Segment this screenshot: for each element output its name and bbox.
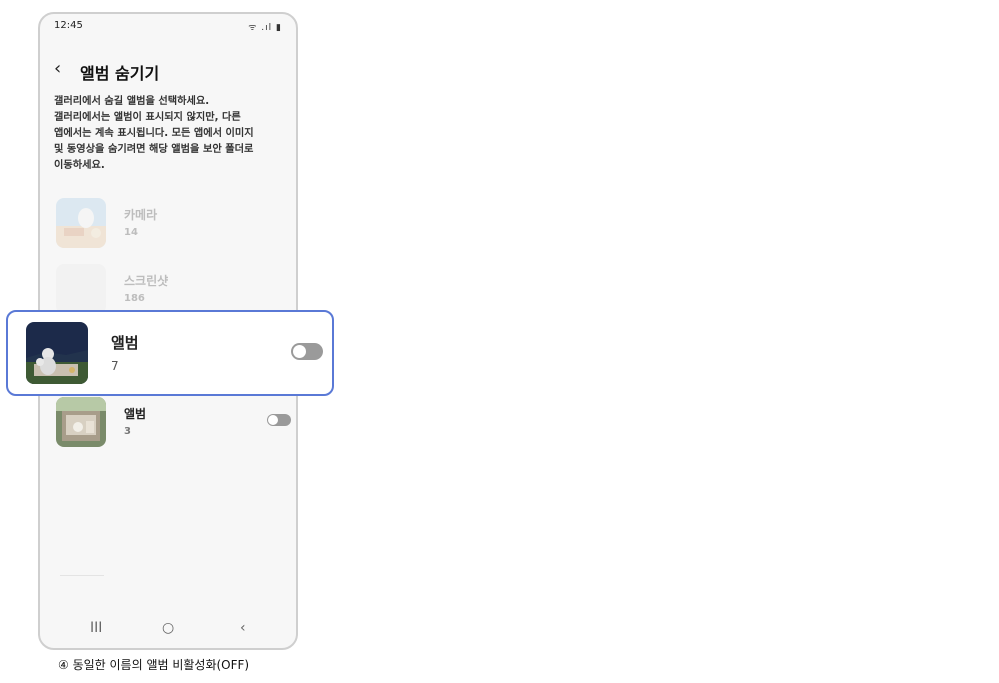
- album-count: 14: [124, 227, 138, 238]
- album-name: 앨범: [124, 407, 147, 421]
- album-night-thumbnail: [26, 322, 88, 384]
- recents-icon[interactable]: III: [90, 620, 102, 636]
- highlight-album-row[interactable]: 앨범 7: [6, 310, 334, 396]
- status-time: 12:45: [54, 20, 83, 31]
- album-count: 186: [124, 293, 145, 304]
- album-name: 스크린샷: [124, 274, 169, 288]
- album-count: 3: [124, 426, 131, 437]
- album-count: 7: [111, 359, 119, 373]
- album-name: 카메라: [124, 208, 158, 222]
- divider: [60, 575, 104, 576]
- album-row-screenshots[interactable]: 스크린샷 186: [54, 264, 286, 314]
- album-row-camera[interactable]: 카메라 14: [54, 198, 286, 248]
- description-line: 이동하세요.: [54, 160, 105, 171]
- back-arrow-icon[interactable]: ‹: [54, 58, 72, 82]
- back-icon[interactable]: ‹: [240, 620, 246, 636]
- hide-album-toggle[interactable]: [291, 343, 323, 360]
- hide-album-toggle[interactable]: [267, 414, 291, 426]
- description-line: 갤러리에서 숨길 앨범을 선택하세요.: [54, 96, 210, 107]
- figure-caption: ④ 동일한 이름의 앨범 비활성화(OFF): [58, 658, 250, 672]
- page-title: 앨범 숨기기: [80, 64, 160, 83]
- album-row-album-3[interactable]: 앨범 3: [54, 397, 291, 447]
- toggle-knob: [293, 345, 306, 358]
- description-line: 갤러리에서는 앨범이 표시되지 않지만, 다른: [54, 112, 241, 123]
- description-line: 및 동영상을 숨기려면 해당 앨범을 보안 폴더로: [54, 144, 254, 155]
- status-bar: 12:45 ᯤ .ıl ▮: [40, 14, 296, 40]
- home-icon[interactable]: ○: [162, 620, 174, 636]
- camera-album-thumbnail: [56, 198, 106, 248]
- navigation-bar: III ○ ‹: [40, 616, 296, 640]
- status-icons: ᯤ .ıl ▮: [248, 23, 282, 33]
- description-line: 앱에서는 계속 표시됩니다. 모든 앱에서 이미지: [54, 128, 254, 139]
- album-thumbnail: [56, 397, 106, 447]
- description: 갤러리에서 숨길 앨범을 선택하세요. 갤러리에서는 앨범이 표시되지 않지만,…: [54, 94, 286, 174]
- toggle-knob: [268, 415, 278, 425]
- album-name: 앨범: [111, 334, 139, 352]
- stage: 12:45 ᯤ .ıl ▮ ‹ 앨범 숨기기 갤러리에서 숨길 앨범을 선택하세…: [0, 0, 999, 683]
- screenshots-album-thumbnail: [56, 264, 106, 314]
